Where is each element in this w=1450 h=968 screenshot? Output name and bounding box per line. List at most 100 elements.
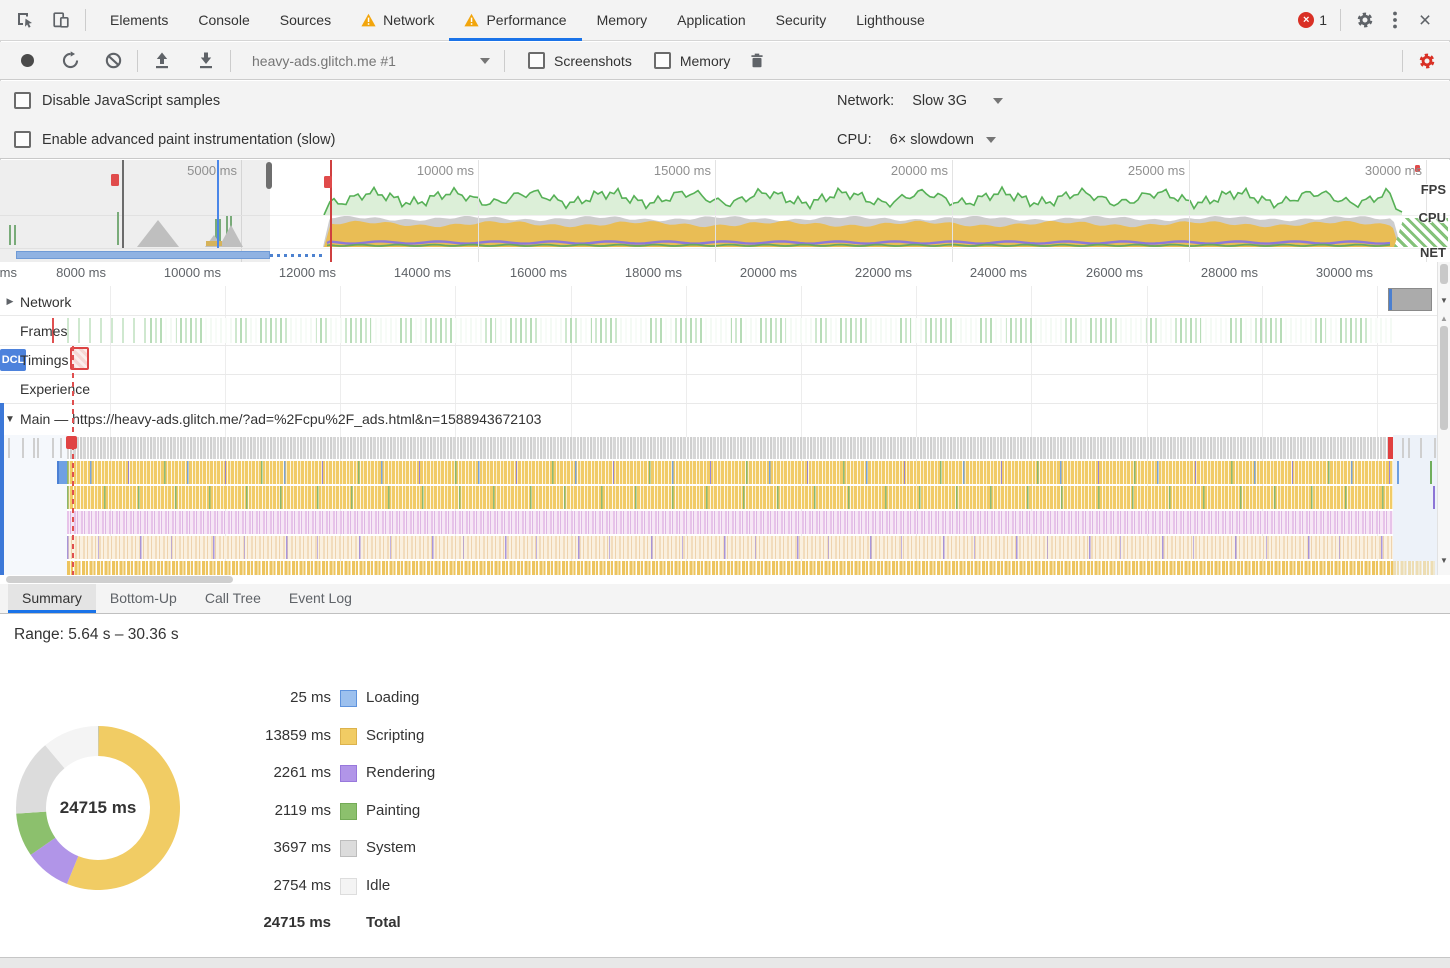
clear-recording-button[interactable] xyxy=(98,46,128,76)
network-overview-thumb[interactable] xyxy=(1388,288,1432,311)
track-main[interactable]: ▼ Main — https://heavy-ads.glitch.me/?ad… xyxy=(0,403,541,435)
track-experience[interactable]: Experience xyxy=(0,374,90,403)
devtools-window: Elements Console Sources Network Perform… xyxy=(0,0,1450,968)
tab-label: Sources xyxy=(280,12,331,28)
scroll-down-icon[interactable]: ▼ xyxy=(1438,296,1450,305)
tab-label: Event Log xyxy=(289,590,352,606)
net-track-label: NET xyxy=(1420,245,1446,260)
flame-loading-block[interactable] xyxy=(57,461,67,484)
flame-row-scripting-2[interactable] xyxy=(67,486,1393,509)
collapse-arrow-icon[interactable]: ▼ xyxy=(0,414,20,425)
disable-js-samples-checkbox[interactable] xyxy=(14,92,31,109)
tab-network[interactable]: Network xyxy=(346,0,449,41)
performance-toolbar: heavy-ads.glitch.me #1 Screenshots Memor… xyxy=(0,42,1450,80)
scroll-up-icon[interactable]: ▲ xyxy=(1438,314,1450,323)
flame-tick xyxy=(8,438,10,458)
donut-total-label: 24715 ms xyxy=(48,798,148,818)
advanced-paint-checkbox[interactable] xyxy=(14,131,31,148)
flame-row-bottom-ext xyxy=(1393,561,1435,575)
timeline-vertical-scrollbar[interactable]: ▼ ▲ ▼ xyxy=(1437,262,1450,575)
tab-elements[interactable]: Elements xyxy=(95,0,183,41)
more-options-button[interactable] xyxy=(1380,5,1410,35)
tab-lighthouse[interactable]: Lighthouse xyxy=(841,0,940,41)
tab-performance[interactable]: Performance xyxy=(449,0,581,41)
legend-label: Painting xyxy=(366,802,420,819)
ruler-label: 28000 ms xyxy=(1192,265,1258,280)
advanced-paint-option[interactable]: Enable advanced paint instrumentation (s… xyxy=(14,120,335,159)
tab-label: Call Tree xyxy=(205,590,261,606)
flame-row-mixed[interactable] xyxy=(67,536,1393,559)
bottom-strip xyxy=(0,957,1450,968)
flame-row-bottom[interactable] xyxy=(67,561,1393,575)
settings-button[interactable] xyxy=(1350,5,1380,35)
flame-chart-right-gutter xyxy=(1393,435,1437,575)
tab-console[interactable]: Console xyxy=(183,0,264,41)
load-profile-button[interactable] xyxy=(147,46,177,76)
ruler-label: 6000 ms xyxy=(0,265,17,280)
lcp-flame-badge xyxy=(66,436,77,449)
capture-options: Disable JavaScript samples Enable advanc… xyxy=(0,81,1450,159)
screenshots-checkbox[interactable] xyxy=(528,52,545,69)
track-network[interactable]: ▶ Network xyxy=(0,287,71,316)
legend-value: 2261 ms xyxy=(181,764,331,781)
inspect-element-button[interactable] xyxy=(10,5,40,35)
flame-tick xyxy=(1408,438,1410,458)
rendering-swatch xyxy=(340,765,357,782)
tab-security[interactable]: Security xyxy=(761,0,842,41)
flame-row-scripting-1[interactable] xyxy=(67,461,1393,484)
screenshots-checkbox-group[interactable]: Screenshots xyxy=(528,52,632,69)
ruler-label: 22000 ms xyxy=(846,265,912,280)
total-label: Total xyxy=(366,914,401,931)
tab-call-tree[interactable]: Call Tree xyxy=(191,584,275,613)
memory-checkbox-group[interactable]: Memory xyxy=(654,52,731,69)
error-badge[interactable]: × 1 xyxy=(1298,12,1327,28)
ruler-label: 20000 ms xyxy=(731,265,797,280)
record-button[interactable] xyxy=(12,46,42,76)
ruler-gridline xyxy=(952,160,953,262)
profile-select[interactable]: heavy-ads.glitch.me #1 xyxy=(252,53,490,69)
track-timings[interactable]: Timings xyxy=(0,345,69,374)
flame-chart-left-gutter xyxy=(4,435,67,575)
devtools-tabbar: Elements Console Sources Network Perform… xyxy=(0,0,1450,41)
timeline-tracks[interactable]: 6000 ms8000 ms10000 ms12000 ms14000 ms16… xyxy=(0,262,1450,575)
screenshots-label: Screenshots xyxy=(554,53,632,69)
track-frames[interactable]: Frames xyxy=(0,316,67,345)
reload-and-record-button[interactable] xyxy=(55,46,85,76)
loading-swatch xyxy=(340,690,357,707)
memory-checkbox[interactable] xyxy=(654,52,671,69)
close-devtools-button[interactable]: × xyxy=(1410,5,1440,35)
flame-row-rendering[interactable] xyxy=(67,511,1393,534)
tab-event-log[interactable]: Event Log xyxy=(275,584,366,613)
network-throttle-control[interactable]: Network: Slow 3G xyxy=(837,81,1003,120)
cpu-throttle-select[interactable]: 6× slowdown xyxy=(890,132,996,148)
tab-memory[interactable]: Memory xyxy=(582,0,663,41)
device-toolbar-button[interactable] xyxy=(46,5,76,35)
overview-selection-handle[interactable] xyxy=(266,162,272,189)
expand-arrow-icon[interactable]: ▶ xyxy=(0,296,20,307)
scrollbar-thumb[interactable] xyxy=(1440,264,1448,284)
scroll-down-icon[interactable]: ▼ xyxy=(1438,556,1450,565)
timeline-overview[interactable]: 5000 ms10000 ms15000 ms20000 ms25000 ms3… xyxy=(0,160,1450,263)
network-throttle-select[interactable]: Slow 3G xyxy=(912,93,1003,109)
scrollbar-thumb[interactable] xyxy=(6,576,233,583)
tab-application[interactable]: Application xyxy=(662,0,761,41)
legend-value: 2754 ms xyxy=(181,877,331,894)
inspect-cursor-icon xyxy=(15,10,35,30)
reload-icon xyxy=(61,51,80,70)
track-divider xyxy=(0,345,1437,346)
cpu-throttle-control[interactable]: CPU: 6× slowdown xyxy=(837,120,996,159)
garbage-collect-button[interactable] xyxy=(742,46,772,76)
tab-label: Elements xyxy=(110,12,168,28)
timeline-horizontal-scrollbar[interactable] xyxy=(0,575,1450,584)
save-profile-button[interactable] xyxy=(191,46,221,76)
tab-sources[interactable]: Sources xyxy=(265,0,346,41)
legend-label: Loading xyxy=(366,689,419,706)
ruler-label: 10000 ms xyxy=(408,163,474,178)
scrollbar-thumb[interactable] xyxy=(1440,326,1448,430)
flame-row-tasks[interactable] xyxy=(67,437,1393,459)
tab-bottom-up[interactable]: Bottom-Up xyxy=(96,584,191,613)
ruler-label: 5000 ms xyxy=(171,163,237,178)
disable-js-samples-option[interactable]: Disable JavaScript samples xyxy=(14,81,220,120)
tab-summary[interactable]: Summary xyxy=(8,584,96,613)
capture-settings-button[interactable] xyxy=(1412,46,1442,76)
